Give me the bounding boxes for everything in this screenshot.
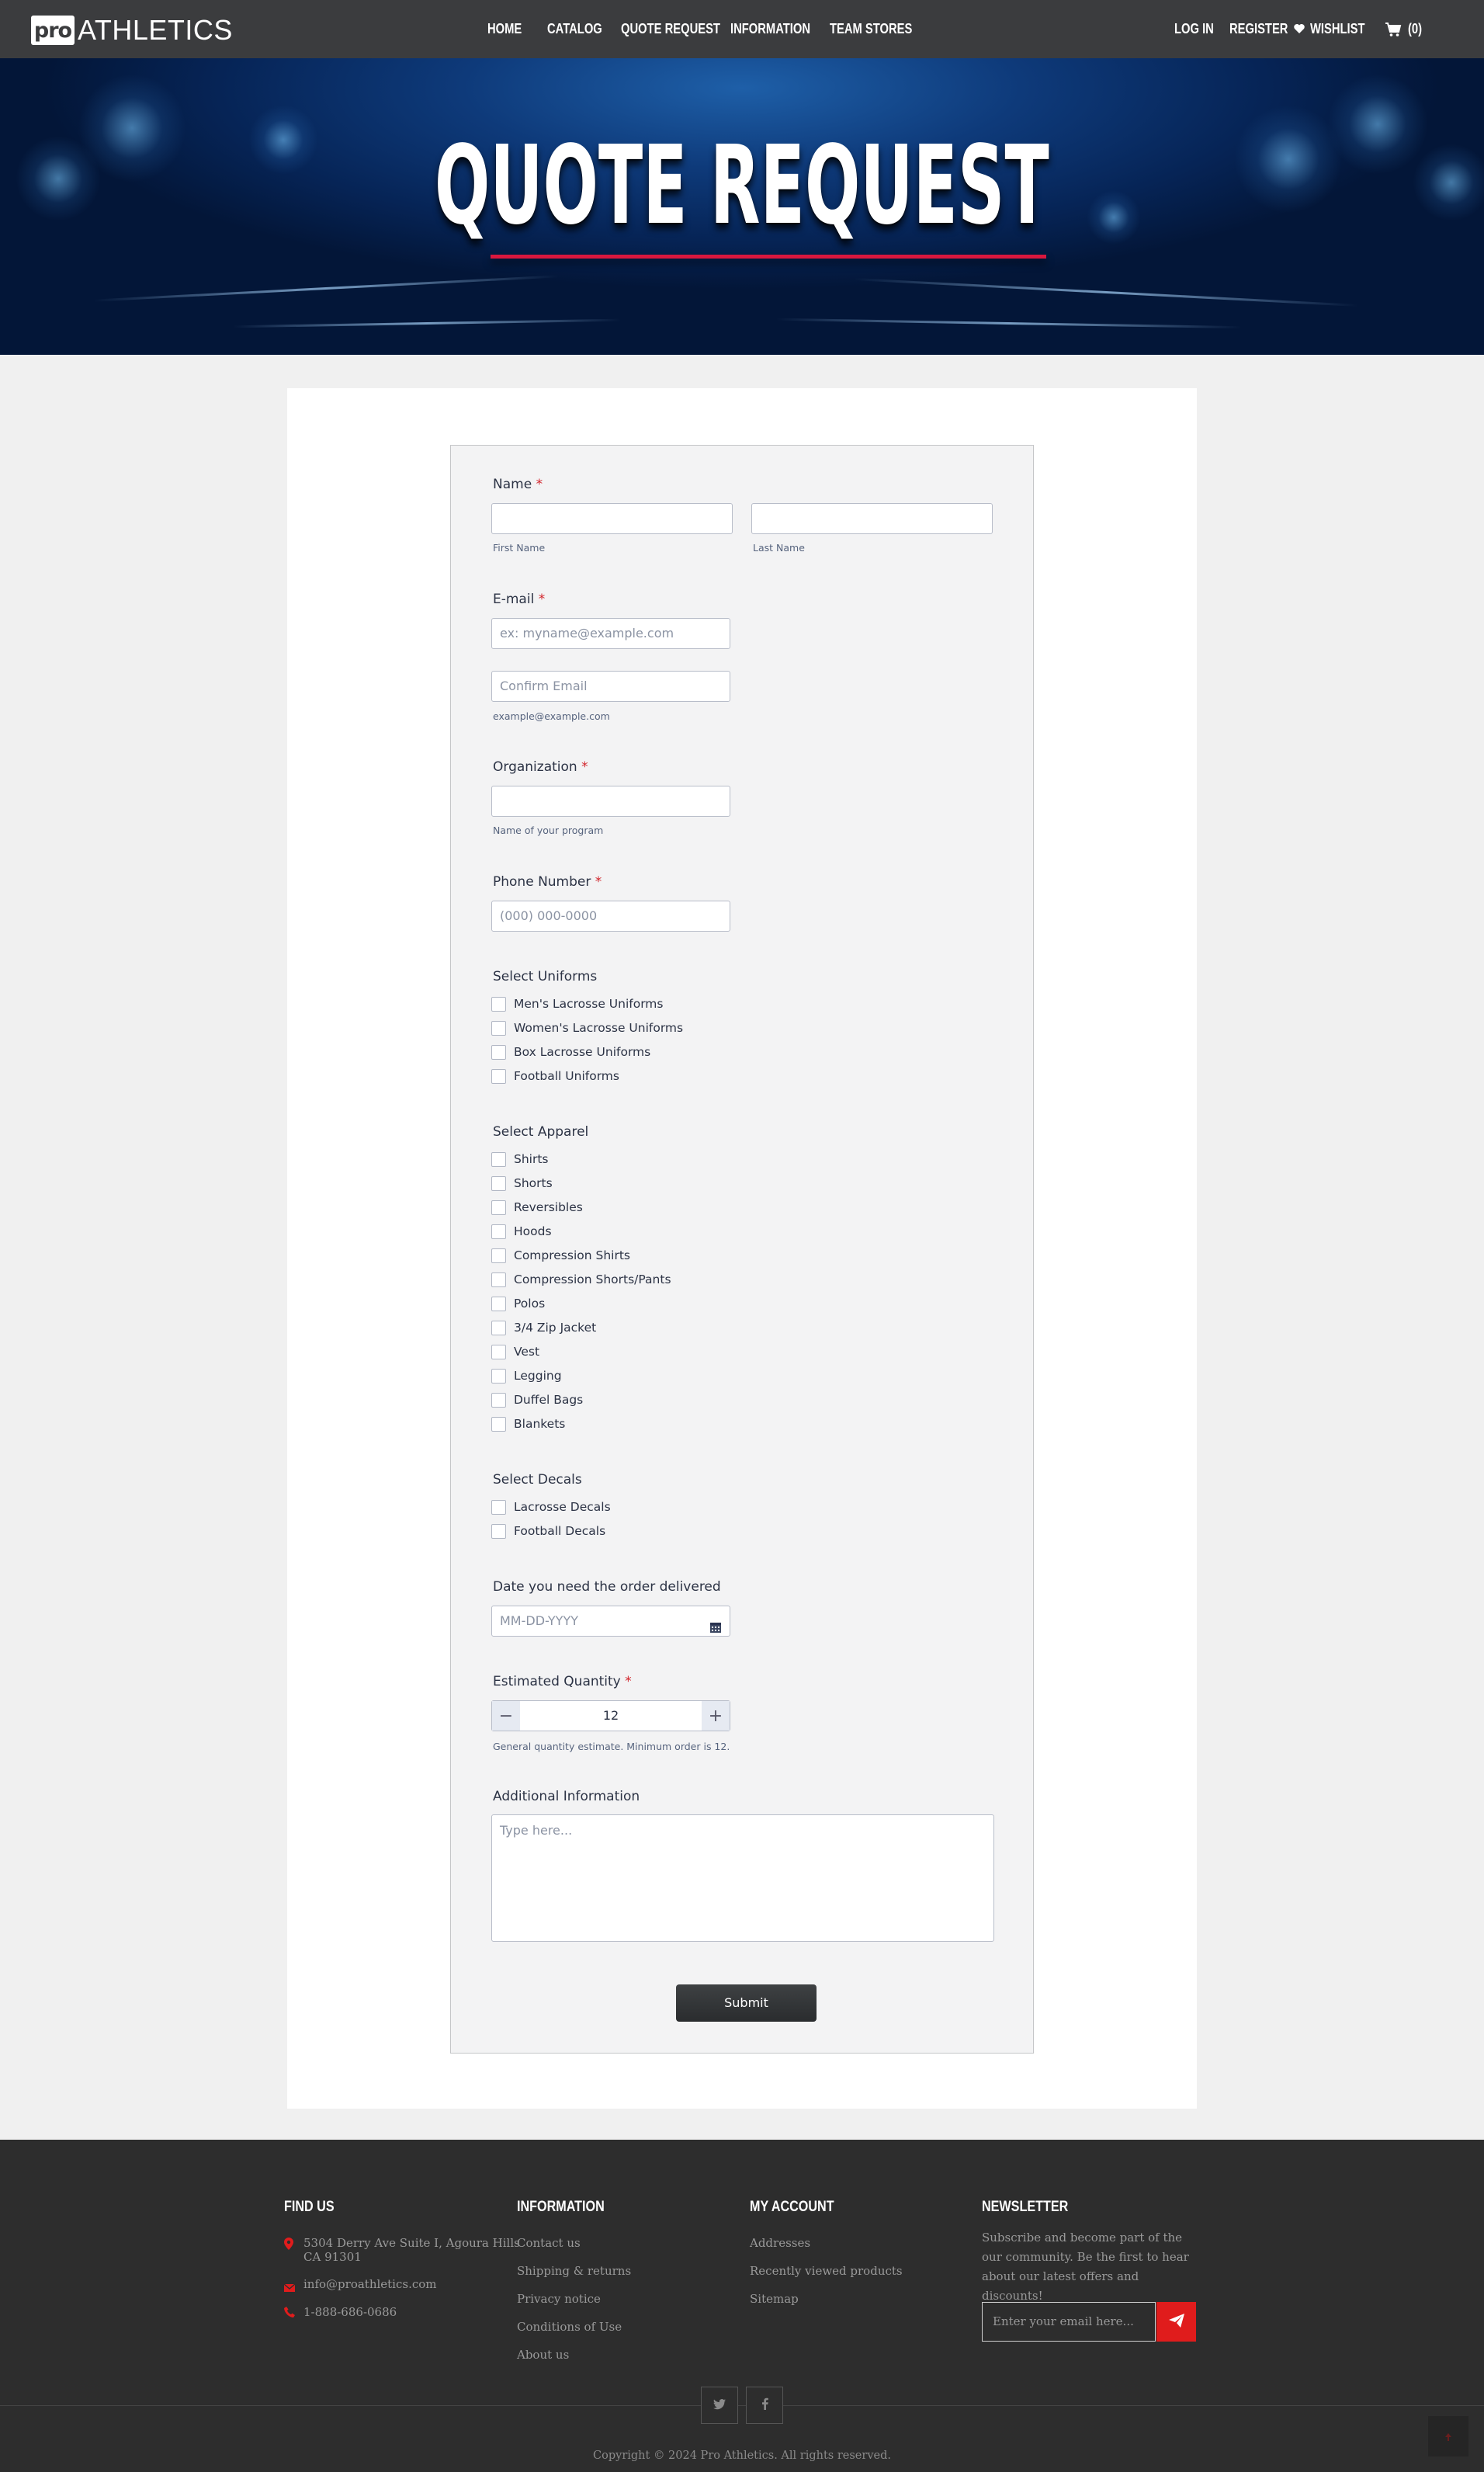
copyright-text: Copyright © 2024 Pro Athletics. All righ… (593, 2449, 891, 2462)
page-title: QUOTE REQUEST (435, 123, 1049, 249)
footer-phone[interactable]: 1-888-686-0686 (303, 2305, 397, 2319)
date-input[interactable]: MM-DD-YYYY (491, 1606, 730, 1637)
organization-input[interactable] (491, 786, 730, 817)
twitter-icon (713, 2398, 726, 2413)
checkbox-polos[interactable]: Polos (491, 1295, 545, 1312)
footer-link-recently-viewed[interactable]: Recently viewed products (750, 2264, 903, 2278)
email-label: E-mail * (493, 592, 546, 607)
newsletter-email-input[interactable]: Enter your email here... (982, 2302, 1156, 2342)
footer-link-addresses[interactable]: Addresses (750, 2236, 810, 2250)
footer-link-contact-us[interactable]: Contact us (517, 2236, 581, 2250)
logo-mark: pro (31, 16, 75, 45)
checkbox-lacrosse-decals[interactable]: Lacrosse Decals (491, 1498, 611, 1515)
nav-information[interactable]: INFORMATION (730, 21, 810, 37)
heart-icon (1293, 23, 1305, 38)
newsletter-description: Subscribe and become part of the our com… (982, 2231, 1189, 2303)
checkbox-box-lacrosse-uniforms[interactable]: Box Lacrosse Uniforms (491, 1043, 650, 1061)
increment-button[interactable]: + (702, 1701, 730, 1731)
footer-divider (0, 2405, 1484, 2406)
footer-newsletter-title: NEWSLETTER (982, 2199, 1069, 2215)
apparel-label: Select Apparel (493, 1124, 589, 1140)
footer-link-sitemap[interactable]: Sitemap (750, 2292, 799, 2306)
quantity-sublabel: General quantity estimate. Minimum order… (493, 1741, 730, 1752)
checkbox-compression-shirts[interactable]: Compression Shirts (491, 1247, 630, 1264)
checkbox-hoods[interactable]: Hoods (491, 1223, 552, 1240)
register-link[interactable]: REGISTER (1229, 21, 1288, 37)
footer-link-shipping-returns[interactable]: Shipping & returns (517, 2264, 631, 2278)
checkbox-mens-lacrosse-uniforms[interactable]: Men's Lacrosse Uniforms (491, 995, 663, 1012)
quantity-stepper[interactable]: − 12 + (491, 1700, 730, 1731)
first-name-input[interactable] (491, 503, 733, 534)
organization-label: Organization * (493, 759, 588, 775)
footer-find-us-title: FIND US (284, 2199, 335, 2215)
quantity-value[interactable]: 12 (520, 1701, 702, 1731)
logo-text: ATHLETICS (78, 14, 233, 46)
checkbox-duffel-bags[interactable]: Duffel Bags (491, 1391, 583, 1408)
decrement-button[interactable]: − (492, 1701, 520, 1731)
email-input[interactable]: ex: myname@example.com (491, 618, 730, 649)
email-sublabel: example@example.com (493, 710, 610, 722)
footer-my-account-title: MY ACCOUNT (750, 2199, 834, 2215)
twitter-button[interactable] (701, 2387, 738, 2424)
additional-info-textarea[interactable]: Type here... (491, 1814, 994, 1942)
login-link[interactable]: LOG IN (1174, 21, 1214, 37)
quantity-label: Estimated Quantity * (493, 1674, 632, 1689)
cart-count[interactable]: (0) (1408, 21, 1422, 37)
phone-input[interactable]: (000) 000-0000 (491, 901, 730, 932)
uniforms-label: Select Uniforms (493, 969, 598, 984)
organization-sublabel: Name of your program (493, 825, 604, 836)
hero-banner: QUOTE REQUEST (0, 58, 1484, 355)
confirm-email-input[interactable]: Confirm Email (491, 671, 730, 702)
nav-home[interactable]: HOME (487, 21, 522, 37)
additional-info-label: Additional Information (493, 1789, 640, 1804)
nav-team-stores[interactable]: TEAM STORES (830, 21, 912, 37)
last-name-sublabel: Last Name (753, 542, 805, 554)
facebook-button[interactable] (746, 2387, 783, 2424)
facebook-icon (761, 2397, 768, 2413)
checkbox-legging[interactable]: Legging (491, 1367, 562, 1384)
last-name-input[interactable] (751, 503, 993, 534)
checkbox-blankets[interactable]: Blankets (491, 1415, 565, 1432)
footer-information-title: INFORMATION (517, 2199, 605, 2215)
checkbox-compression-shorts-pants[interactable]: Compression Shorts/Pants (491, 1271, 671, 1288)
name-label: Name * (493, 477, 543, 492)
checkbox-vest[interactable]: Vest (491, 1343, 539, 1360)
send-icon (1168, 2313, 1184, 2331)
phone-icon (284, 2306, 295, 2321)
nav-quote-request[interactable]: QUOTE REQUEST (621, 21, 720, 37)
wishlist-link[interactable]: WISHLIST (1310, 21, 1365, 37)
cart-icon[interactable] (1385, 22, 1402, 40)
submit-button[interactable]: Submit (676, 1984, 817, 2022)
date-placeholder: MM-DD-YYYY (500, 1613, 578, 1628)
footer-email[interactable]: info@proathletics.com (303, 2277, 437, 2291)
calendar-icon[interactable] (709, 1615, 722, 1644)
footer-address-line1: 5304 Derry Ave Suite I, Agoura Hills (303, 2236, 520, 2250)
top-navigation-bar: pro ATHLETICS HOME CATALOG QUOTE REQUEST… (0, 0, 1484, 58)
date-label: Date you need the order delivered (493, 1579, 721, 1595)
first-name-sublabel: First Name (493, 542, 546, 554)
newsletter-send-button[interactable] (1156, 2302, 1196, 2342)
checkbox-football-decals[interactable]: Football Decals (491, 1522, 605, 1540)
checkbox-shirts[interactable]: Shirts (491, 1151, 549, 1168)
site-logo[interactable]: pro ATHLETICS (31, 14, 233, 47)
checkbox-shorts[interactable]: Shorts (491, 1175, 553, 1192)
footer-address-line2: CA 91301 (303, 2250, 362, 2264)
location-icon (284, 2238, 293, 2253)
footer-link-privacy-notice[interactable]: Privacy notice (517, 2292, 601, 2306)
footer-link-about-us[interactable]: About us (517, 2348, 569, 2362)
back-to-top-button[interactable] (1428, 2416, 1468, 2456)
checkbox-football-uniforms[interactable]: Football Uniforms (491, 1068, 619, 1085)
checkbox-zip-jacket[interactable]: 3/4 Zip Jacket (491, 1319, 596, 1336)
phone-label: Phone Number * (493, 874, 602, 890)
footer (0, 2140, 1484, 2472)
checkbox-womens-lacrosse-uniforms[interactable]: Women's Lacrosse Uniforms (491, 1019, 683, 1036)
decals-label: Select Decals (493, 1472, 582, 1488)
mail-icon (283, 2280, 296, 2295)
title-underline (491, 255, 1046, 259)
checkbox-reversibles[interactable]: Reversibles (491, 1199, 583, 1216)
arrow-up-icon (1445, 2429, 1451, 2444)
footer-link-conditions-of-use[interactable]: Conditions of Use (517, 2320, 622, 2334)
nav-catalog[interactable]: CATALOG (547, 21, 602, 37)
